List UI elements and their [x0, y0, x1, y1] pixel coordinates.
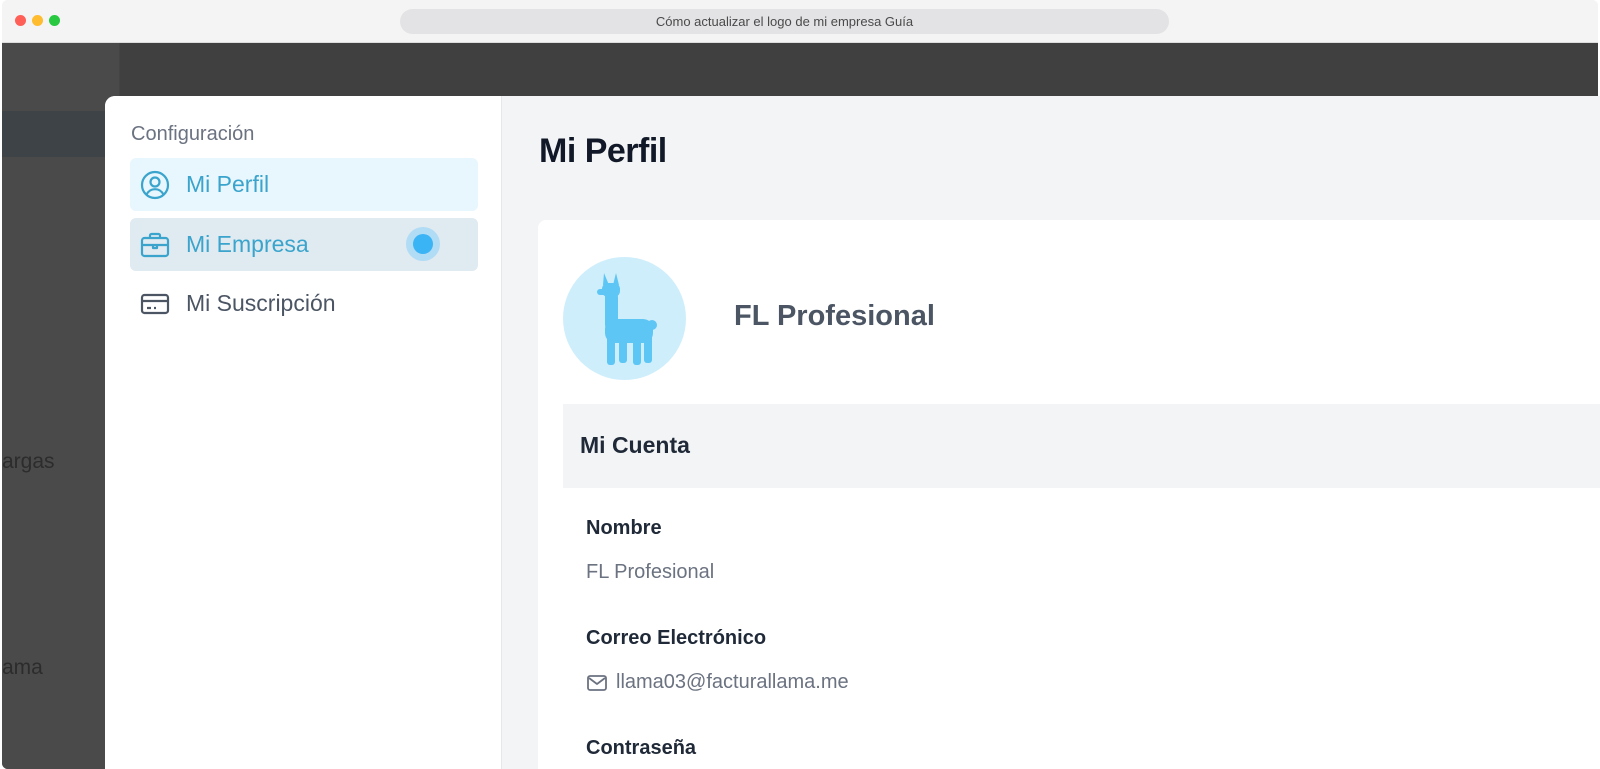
sidebar-item-mi-suscripcion[interactable]: Mi Suscripción: [130, 277, 478, 330]
title-bar: Cómo actualizar el logo de mi empresa Gu…: [2, 0, 1598, 43]
company-name: FL Profesional: [734, 300, 935, 332]
sidebar-item-label: Mi Perfil: [186, 171, 270, 197]
email-label: Correo Electrónico: [586, 627, 767, 649]
settings-modal: Configuración Mi Perfil Mi Empresa Mi Su…: [105, 96, 1600, 769]
name-label: Nombre: [586, 517, 662, 539]
click-indicator: [406, 227, 440, 261]
name-value: FL Profesional: [586, 561, 714, 584]
sidebar-item-label: Mi Suscripción: [186, 290, 336, 316]
sidebar-item-mi-perfil[interactable]: Mi Perfil: [130, 158, 478, 211]
settings-heading: Configuración: [131, 123, 255, 145]
name-value-text: FL Profesional: [586, 561, 715, 583]
page-title: Mi Perfil: [539, 132, 667, 170]
mail-icon: [586, 672, 608, 694]
settings-sidebar: Configuración Mi Perfil Mi Empresa Mi Su…: [105, 96, 502, 769]
minimize-window-button[interactable]: [32, 15, 43, 26]
user-circle-icon: [139, 169, 171, 201]
section-title: Mi Cuenta: [580, 432, 690, 458]
email-value-text: llama03@facturallama.me: [616, 671, 849, 693]
close-window-button[interactable]: [15, 15, 26, 26]
company-avatar[interactable]: [563, 257, 686, 380]
password-label: Contraseña: [586, 737, 697, 759]
background-sidebar: argas ama: [2, 43, 120, 769]
briefcase-icon: [139, 229, 171, 261]
sidebar-item-mi-empresa[interactable]: Mi Empresa: [130, 218, 478, 271]
zoom-window-button[interactable]: [49, 15, 60, 26]
credit-card-icon: [139, 288, 171, 320]
account-section-header: Mi Cuenta: [563, 404, 1600, 488]
background-sidebar-label: argas: [2, 450, 55, 473]
profile-card: FL Profesional Mi Cuenta Nombre FL Profe…: [538, 220, 1600, 769]
background-sidebar-active-item: [2, 111, 107, 157]
llama-icon: [596, 272, 657, 365]
background-sidebar-label: ama: [2, 656, 43, 679]
address-bar[interactable]: Cómo actualizar el logo de mi empresa Gu…: [400, 9, 1169, 34]
sidebar-item-label: Mi Empresa: [186, 231, 309, 257]
background-topbar: [120, 43, 1598, 97]
email-value: llama03@facturallama.me: [586, 671, 849, 694]
